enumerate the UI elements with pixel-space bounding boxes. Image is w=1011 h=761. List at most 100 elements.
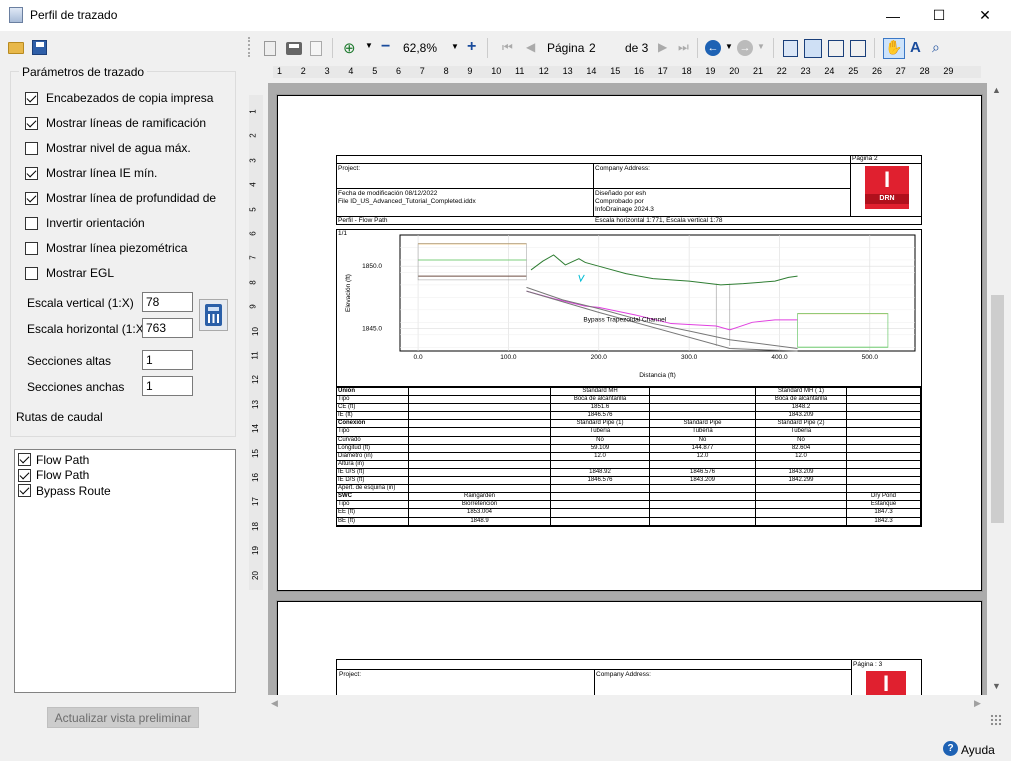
checkbox[interactable]	[18, 468, 31, 482]
wide-sections-input[interactable]	[142, 376, 193, 396]
checkbox[interactable]	[25, 116, 38, 130]
open-folder-icon[interactable]	[8, 42, 24, 54]
scroll-down-icon[interactable]: ▼	[992, 681, 1001, 691]
checkbox[interactable]	[25, 266, 38, 280]
params-option[interactable]: Mostrar línea de profundidad de	[25, 191, 216, 205]
scroll-right-icon[interactable]: ▶	[974, 698, 981, 709]
params-option[interactable]: Invertir orientación	[25, 216, 145, 230]
zoom-select-arrow-icon[interactable]: ▼	[451, 42, 459, 51]
calculator-button[interactable]	[199, 299, 228, 331]
params-option[interactable]: Mostrar línea piezométrica	[25, 241, 187, 255]
ruler-tick-label: 19	[705, 66, 716, 76]
page-input[interactable]	[586, 38, 616, 58]
table-cell: Standard MH	[551, 388, 650, 396]
first-page-icon[interactable]: ⏮	[502, 40, 513, 55]
y-axis-label: Elevación (ft)	[345, 274, 352, 312]
checkbox[interactable]	[25, 241, 38, 255]
table-cell	[650, 509, 756, 517]
series-line	[530, 254, 798, 286]
four-page-view-icon[interactable]	[850, 40, 866, 57]
print-icon[interactable]	[286, 42, 302, 55]
ruler-tick-label: 15	[610, 66, 621, 76]
maximize-button[interactable]: ☐	[916, 0, 962, 31]
preview-area: Página 2 Project: Company Address: Fecha de…	[268, 83, 987, 695]
route-item[interactable]: Flow Path	[18, 452, 232, 468]
two-page-view-icon[interactable]	[804, 39, 822, 58]
params-option[interactable]: Mostrar nivel de agua máx.	[25, 141, 191, 155]
close-button[interactable]: ✕	[962, 0, 1008, 31]
zoom-dropdown-icon[interactable]: ▼	[365, 41, 373, 50]
ruler-tick-label: 16	[250, 473, 260, 482]
hand-tool-icon[interactable]: ✋	[883, 38, 905, 59]
table-row-header: SWC	[337, 493, 409, 501]
table-cell: Dry Pond	[847, 493, 921, 501]
left-panel: Parámetros de trazado Encabezados de cop…	[0, 31, 246, 741]
ruler-tick-label: 3	[324, 66, 330, 76]
last-page-icon[interactable]: ⏭	[678, 40, 689, 55]
table-cell	[650, 404, 756, 412]
page3-number: Página : 3	[853, 661, 883, 668]
back-icon[interactable]: ←	[705, 40, 721, 56]
update-preview-button[interactable]: Actualizar vista preliminar	[47, 707, 199, 728]
horizontal-scrollbar[interactable]: ◀ ▶	[268, 695, 987, 712]
page-setup-icon[interactable]	[264, 41, 276, 56]
forward-dropdown-icon[interactable]: ▼	[757, 42, 765, 51]
zoom-value[interactable]: 62,8%	[403, 41, 437, 55]
scroll-left-icon[interactable]: ◀	[271, 698, 278, 709]
params-option[interactable]: Mostrar línea IE mín.	[25, 166, 157, 180]
prev-page-icon[interactable]: ◀	[526, 40, 535, 54]
table-row: Tipo Tubería Tubería Tubería	[337, 428, 921, 437]
tall-sections-input[interactable]	[142, 350, 193, 370]
ruler-tick-label: 6	[396, 66, 402, 76]
checkbox[interactable]	[18, 484, 31, 498]
export-icon[interactable]	[310, 41, 322, 56]
save-icon[interactable]	[32, 40, 47, 55]
ruler-tick-label: 16	[634, 66, 645, 76]
checkbox[interactable]	[18, 453, 31, 467]
scroll-up-icon[interactable]: ▲	[992, 85, 1001, 95]
single-page-view-icon[interactable]	[783, 40, 798, 57]
vertical-scroll-thumb[interactable]	[991, 295, 1004, 523]
zoom-tool-icon[interactable]: ⊕	[343, 39, 356, 57]
params-option-label: Mostrar líneas de ramificación	[46, 116, 207, 130]
calculator-icon	[205, 304, 222, 326]
table-row: Conexión Standard Pipe (1) Standard Pipe St…	[337, 420, 921, 429]
help-link[interactable]: Ayuda	[961, 743, 995, 757]
zoom-in-button[interactable]: +	[467, 38, 476, 56]
route-item-label: Flow Path	[36, 452, 90, 467]
table-cell	[650, 517, 756, 525]
table-row-header: CE (ft)	[337, 404, 409, 412]
checkbox[interactable]	[25, 216, 38, 230]
find-icon[interactable]: ⌕	[932, 39, 940, 56]
minimize-button[interactable]: —	[870, 0, 916, 31]
text-select-icon[interactable]: A	[910, 39, 921, 56]
ruler-tick-label: 21	[753, 66, 764, 76]
page-label: Página	[547, 41, 585, 55]
route-item[interactable]: Flow Path	[18, 468, 232, 484]
resize-grip-icon[interactable]	[990, 714, 1002, 726]
checkbox[interactable]	[25, 91, 38, 105]
checkbox[interactable]	[25, 141, 38, 155]
table-row-header: BE (ft)	[337, 517, 409, 525]
hscale-input[interactable]	[142, 318, 193, 338]
y-tick-label: 1845.0	[362, 326, 382, 333]
vscale-input[interactable]	[142, 292, 193, 312]
zoom-out-button[interactable]: −	[381, 38, 390, 56]
table-cell	[756, 501, 847, 509]
profile-chart: 0.0 100.0 200.0 300.0 400.0 500.0 1850.0 1845.0…	[345, 234, 916, 379]
checkbox[interactable]	[25, 166, 38, 180]
back-dropdown-icon[interactable]: ▼	[725, 42, 733, 51]
help-icon[interactable]: ?	[943, 741, 958, 756]
multi-page-view-icon[interactable]	[828, 40, 844, 57]
params-option[interactable]: Mostrar EGL	[25, 266, 114, 280]
table-cell	[847, 420, 921, 428]
route-item[interactable]: Bypass Route	[18, 483, 232, 499]
next-page-icon[interactable]: ▶	[658, 40, 667, 54]
params-option[interactable]: Mostrar líneas de ramificación	[25, 116, 206, 130]
table-cell	[847, 436, 921, 444]
params-option[interactable]: Encabezados de copia impresa	[25, 91, 213, 105]
forward-icon[interactable]: →	[737, 40, 753, 56]
checkbox[interactable]	[25, 191, 38, 205]
vertical-scrollbar[interactable]: ▲ ▼	[989, 83, 1006, 695]
series-line	[578, 274, 585, 283]
